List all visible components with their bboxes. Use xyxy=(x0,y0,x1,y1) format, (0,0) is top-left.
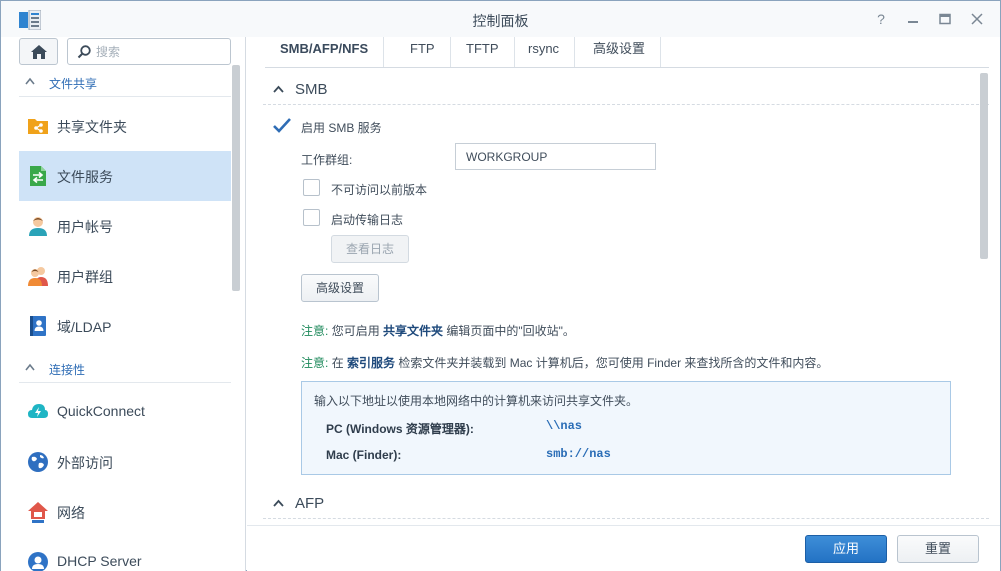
enable-smb-label: 启用 SMB 服务 xyxy=(301,121,382,135)
mac-address-label: Mac (Finder): xyxy=(326,448,402,462)
control-panel-window: 控制面板 ? 文件共享 xyxy=(0,0,1001,571)
sidebar-item-label: 网络 xyxy=(57,505,85,521)
workgroup-input[interactable] xyxy=(455,143,656,170)
pc-address-value: \\nas xyxy=(546,419,583,433)
pc-address-label: PC (Windows 资源管理器): xyxy=(326,422,474,436)
sidebar-item-label: 外部访问 xyxy=(57,455,113,471)
group-icon xyxy=(28,267,48,286)
section-file-sharing[interactable]: 文件共享 xyxy=(19,69,231,97)
apply-button[interactable]: 应用 xyxy=(805,535,887,563)
sidebar-item-label: 用户帐号 xyxy=(57,219,113,235)
view-log-button[interactable]: 查看日志 xyxy=(331,235,409,263)
note-label: 注意: xyxy=(301,356,329,370)
minimize-icon[interactable] xyxy=(903,9,923,29)
file-services-icon xyxy=(30,166,46,186)
sidebar: 文件共享 共享文件夹 文件服务 用户帐 xyxy=(1,37,246,571)
section-connectivity[interactable]: 连接性 xyxy=(19,355,231,383)
chevron-up-icon xyxy=(273,499,284,507)
smb-group-header[interactable]: SMB xyxy=(263,73,989,105)
mac-address-value: smb://nas xyxy=(546,447,611,461)
advanced-settings-button[interactable]: 高级设置 xyxy=(301,274,379,302)
footer-bar: 应用 重置 xyxy=(247,525,1000,571)
smb-group-label: SMB xyxy=(295,81,328,98)
sidebar-item-label: 文件服务 xyxy=(57,169,113,185)
tab-rsync[interactable]: rsync xyxy=(513,37,576,67)
transfer-log-label: 启动传输日志 xyxy=(331,213,404,227)
note-text: 在 xyxy=(331,356,344,370)
help-icon[interactable]: ? xyxy=(871,9,891,29)
chevron-up-icon xyxy=(25,77,35,85)
domain-ldap-icon xyxy=(30,316,46,336)
indexing-service-link[interactable]: 索引服务 xyxy=(347,356,395,370)
sidebar-item-user[interactable]: 用户帐号 xyxy=(19,201,231,251)
sidebar-item-shared-folder[interactable]: 共享文件夹 xyxy=(19,101,231,151)
sidebar-item-label: 域/LDAP xyxy=(57,319,112,335)
section-label: 文件共享 xyxy=(49,77,98,91)
title-bar: 控制面板 ? xyxy=(1,1,1000,37)
sidebar-item-label: DHCP Server xyxy=(57,553,142,569)
shared-folder-icon xyxy=(28,119,48,134)
workgroup-label: 工作群组: xyxy=(301,153,353,167)
home-button[interactable] xyxy=(19,38,58,65)
quickconnect-icon xyxy=(28,404,48,418)
home-icon xyxy=(31,45,47,59)
afp-group-header[interactable]: AFP xyxy=(263,487,989,519)
close-icon[interactable] xyxy=(967,9,987,29)
recycle-bin-note: 注意: 您可启用 共享文件夹 编辑页面中的"回收站"。 xyxy=(301,322,575,339)
chevron-up-icon xyxy=(273,85,284,93)
network-icon xyxy=(28,502,48,523)
sidebar-item-label: 共享文件夹 xyxy=(57,119,127,135)
search-box[interactable] xyxy=(67,38,231,65)
tab-advanced[interactable]: 高级设置 xyxy=(578,37,662,67)
section-label: 连接性 xyxy=(49,363,86,377)
checkmark-icon xyxy=(273,118,291,133)
shared-folder-link[interactable]: 共享文件夹 xyxy=(383,324,443,338)
sidebar-item-dhcp-server[interactable]: DHCP Server xyxy=(19,537,231,571)
note-text: 编辑页面中的"回收站"。 xyxy=(446,324,575,338)
sidebar-item-external-access[interactable]: 外部访问 xyxy=(19,437,231,487)
content-area: SMB 启用 SMB 服务 工作群组: 不可访问以前版本 启动传输日志 查看日志… xyxy=(263,73,989,525)
sidebar-item-label: QuickConnect xyxy=(57,403,145,419)
content-scrollbar[interactable] xyxy=(980,73,988,259)
sidebar-item-group[interactable]: 用户群组 xyxy=(19,251,231,301)
reset-button[interactable]: 重置 xyxy=(897,535,979,563)
sidebar-item-domain-ldap[interactable]: 域/LDAP xyxy=(19,301,231,351)
enable-smb-checkbox[interactable] xyxy=(273,117,291,134)
chevron-up-icon xyxy=(25,363,35,371)
tab-smb-afp-nfs[interactable]: SMB/AFP/NFS xyxy=(265,37,385,67)
afp-group-label: AFP xyxy=(295,495,325,512)
sidebar-item-quickconnect[interactable]: QuickConnect xyxy=(19,387,231,437)
indexing-note: 注意: 在 索引服务 检索文件夹并装载到 Mac 计算机后，您可使用 Finde… xyxy=(301,354,828,371)
note-text: 您可启用 xyxy=(331,324,380,338)
note-label: 注意: xyxy=(301,324,329,338)
dhcp-server-icon xyxy=(28,552,48,571)
main-panel: SMB/AFP/NFS FTP TFTP rsync 高级设置 SMB 启用 S… xyxy=(247,37,1000,571)
sidebar-item-network[interactable]: 网络 xyxy=(19,487,231,537)
user-icon xyxy=(29,217,47,236)
hide-previous-versions-checkbox[interactable] xyxy=(303,179,320,196)
sidebar-scrollbar[interactable] xyxy=(232,65,240,291)
transfer-log-checkbox[interactable] xyxy=(303,209,320,226)
search-input[interactable] xyxy=(96,43,224,61)
sidebar-item-file-services[interactable]: 文件服务 xyxy=(19,151,231,201)
maximize-icon[interactable] xyxy=(935,9,955,29)
tab-bar: SMB/AFP/NFS FTP TFTP rsync 高级设置 xyxy=(265,37,989,68)
search-icon xyxy=(77,45,91,59)
window-title: 控制面板 xyxy=(472,13,529,29)
tab-tftp[interactable]: TFTP xyxy=(451,37,515,67)
tab-ftp[interactable]: FTP xyxy=(395,37,451,67)
note-text: 检索文件夹并装载到 Mac 计算机后，您可使用 Finder 来查找所含的文件和… xyxy=(398,356,829,370)
hide-previous-versions-label: 不可访问以前版本 xyxy=(331,183,428,197)
info-intro: 输入以下地址以使用本地网络中的计算机来访问共享文件夹。 xyxy=(314,394,639,408)
sidebar-item-label: 用户群组 xyxy=(57,269,113,285)
access-address-info-box: 输入以下地址以使用本地网络中的计算机来访问共享文件夹。 PC (Windows … xyxy=(301,381,951,475)
external-access-icon xyxy=(28,452,48,472)
